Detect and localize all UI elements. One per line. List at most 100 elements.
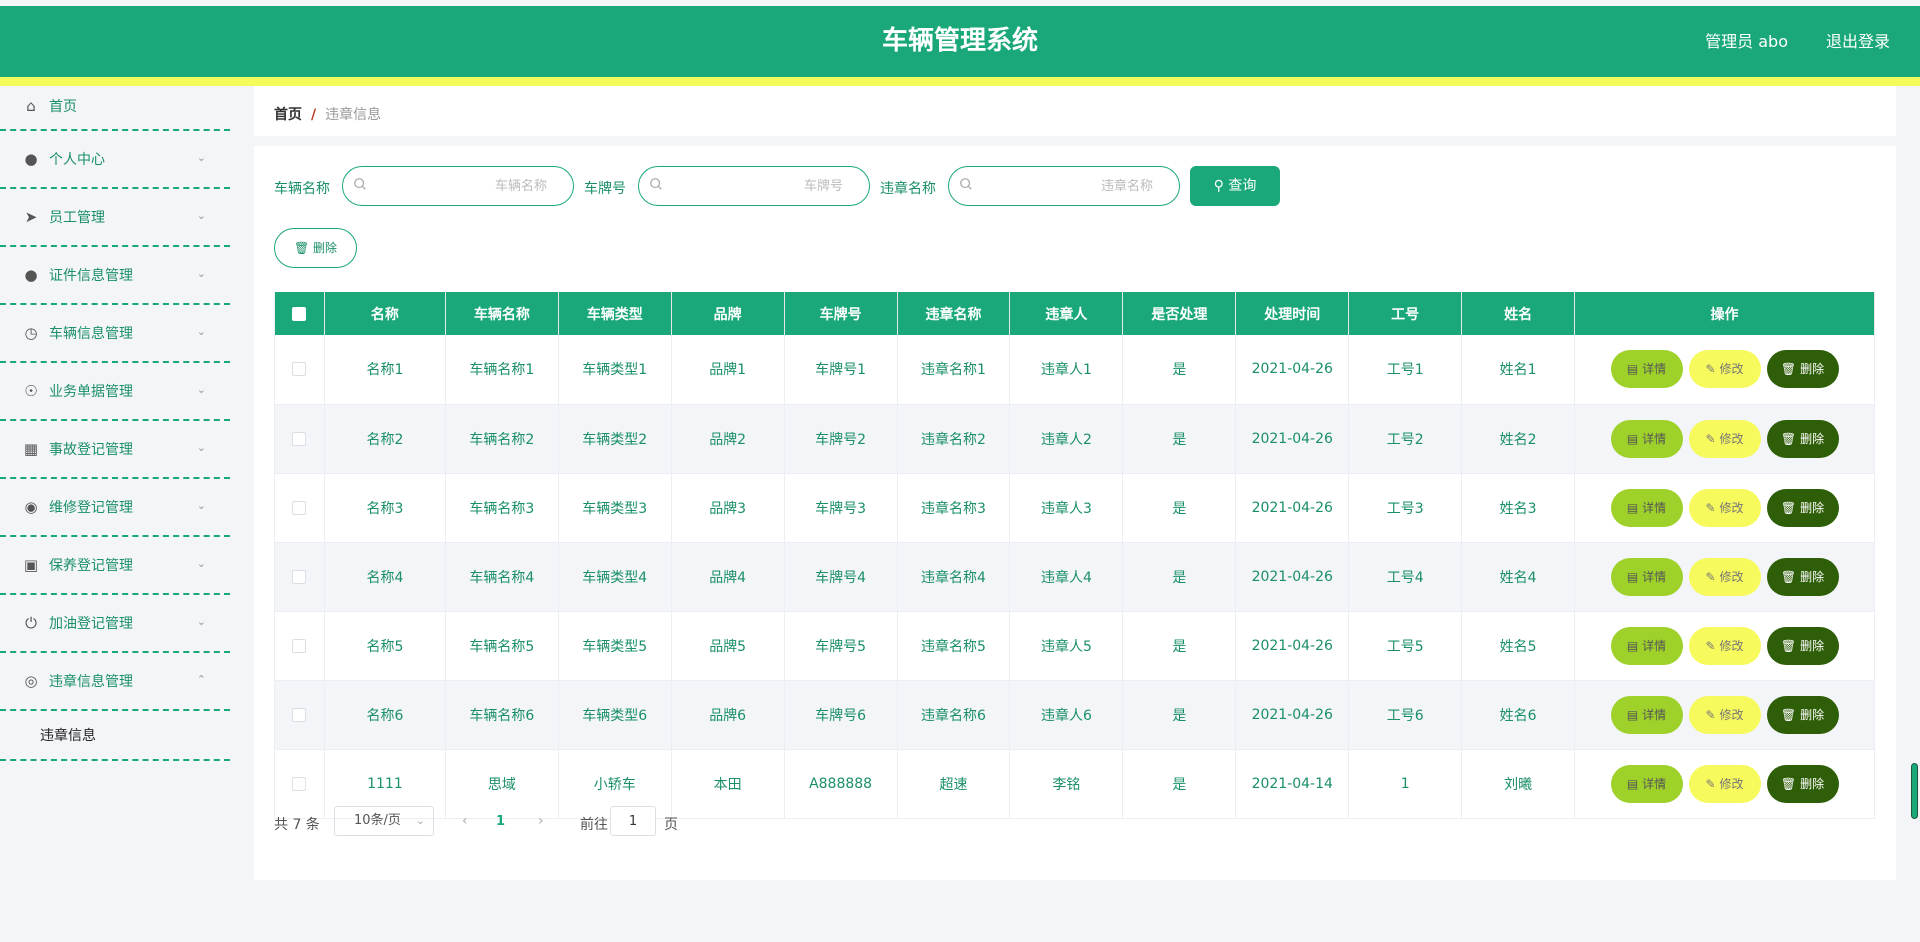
table-cell: 车辆类型3: [558, 473, 672, 543]
table-cell: 违章名称6: [897, 680, 1011, 750]
table-cell: 违章人4: [1009, 542, 1124, 612]
breadcrumb-card: 首页 / 违章信息: [254, 86, 1896, 136]
delete-button[interactable]: 🗑 删除: [1766, 419, 1839, 458]
goto-prefix: 前往: [580, 817, 608, 833]
delete-button[interactable]: 🗑 删除: [1766, 626, 1839, 665]
batch-delete-button[interactable]: 🗑 删除: [274, 228, 357, 268]
edit-button-label: 修改: [1719, 362, 1744, 377]
sidebar: ⌂ 首页 ● 个人中心 ⌄ ➤ 员工管理 ⌄ ● 证件信息管理 ⌄ ◷ 车辆信息管理 ⌄ ☉ 业务单据管理 ⌄ ▦…: [0, 86, 230, 942]
detail-button[interactable]: ▤ 详情: [1610, 350, 1683, 389]
suitcase-icon: ▣: [23, 556, 39, 574]
search-input-vehicle-name[interactable]: [373, 167, 563, 205]
row-checkbox[interactable]: [292, 500, 307, 515]
edit-button[interactable]: ✎ 修改: [1688, 419, 1761, 458]
table-cell: 违章人2: [1009, 404, 1124, 474]
table-cell: 车牌号6: [784, 680, 898, 750]
goto-page-input[interactable]: [610, 806, 656, 836]
actions-cell: ▤ 详情 ✎ 修改 🗑 删除: [1574, 680, 1875, 750]
row-checkbox[interactable]: [292, 362, 307, 377]
delete-button-label: 删除: [1800, 500, 1825, 515]
detail-button[interactable]: ▤ 详情: [1610, 488, 1683, 527]
sidebar-item[interactable]: ⏻ 加油登记管理 ⌄: [0, 595, 230, 653]
page-number-current[interactable]: 1: [496, 814, 505, 829]
detail-button-label: 详情: [1642, 431, 1667, 446]
table-row: 名称4 车辆名称4 车辆类型4 品牌4 车牌号4 违章名称4 违章人4 是 2021-04-26…: [274, 542, 1875, 612]
actions-cell: ▤ 详情 ✎ 修改 🗑 删除: [1574, 335, 1875, 405]
delete-button-label: 删除: [1800, 776, 1825, 791]
search-input-plate[interactable]: [669, 167, 859, 205]
detail-button[interactable]: ▤ 详情: [1610, 557, 1683, 596]
sidebar-item[interactable]: ● 个人中心 ⌄: [0, 131, 230, 189]
column-header: 姓名: [1461, 292, 1576, 335]
page-size-value: 10条/页: [354, 813, 401, 828]
detail-button[interactable]: ▤ 详情: [1610, 695, 1683, 734]
search-input-vehicle-name-wrapper: [342, 166, 574, 206]
row-checkbox[interactable]: [292, 569, 307, 584]
logout-link[interactable]: 退出登录: [1826, 6, 1890, 77]
detail-button[interactable]: ▤ 详情: [1610, 626, 1683, 665]
edit-button-label: 修改: [1719, 569, 1744, 584]
edit-button[interactable]: ✎ 修改: [1688, 626, 1761, 665]
document-icon: ▤: [1626, 707, 1639, 722]
sidebar-item-label: 保养登记管理: [49, 558, 133, 574]
submenu-item-violation-info[interactable]: 违章信息: [40, 725, 96, 745]
table-cell: 2021-04-14: [1235, 749, 1350, 819]
table-cell: 违章人1: [1009, 335, 1124, 405]
chevron-down-icon: ⌄: [196, 441, 206, 455]
edit-button[interactable]: ✎ 修改: [1688, 557, 1761, 596]
table-cell: 违章名称4: [897, 542, 1011, 612]
table-cell: 名称5: [324, 611, 446, 681]
next-page-button[interactable]: ›: [538, 813, 544, 829]
search-input-violation-name[interactable]: [979, 167, 1169, 205]
query-button[interactable]: ⚲ 查询: [1190, 166, 1280, 206]
sidebar-item[interactable]: ⌂ 首页: [0, 86, 230, 131]
column-header: 处理时间: [1235, 292, 1350, 335]
sidebar-item[interactable]: ◷ 车辆信息管理 ⌄: [0, 305, 230, 363]
table-cell: 违章名称1: [897, 335, 1011, 405]
sidebar-item[interactable]: ◉ 维修登记管理 ⌄: [0, 479, 230, 537]
sidebar-item-label: 维修登记管理: [49, 500, 133, 516]
edit-button-label: 修改: [1719, 431, 1744, 446]
trash-icon: 🗑: [1780, 500, 1797, 515]
document-icon: ▤: [1626, 569, 1639, 584]
column-header: 操作: [1574, 292, 1875, 335]
delete-button[interactable]: 🗑 删除: [1766, 557, 1839, 596]
sidebar-item[interactable]: ● 证件信息管理 ⌄: [0, 247, 230, 305]
row-checkbox[interactable]: [292, 707, 307, 722]
row-checkbox[interactable]: [292, 776, 307, 791]
page-size-select[interactable]: 10条/页 ⌄: [334, 806, 434, 836]
detail-button[interactable]: ▤ 详情: [1610, 764, 1683, 803]
row-checkbox[interactable]: [292, 638, 307, 653]
row-checkbox[interactable]: [292, 431, 307, 446]
trash-icon: 🗑: [1780, 776, 1797, 791]
table-cell: 车辆名称6: [445, 680, 559, 750]
delete-button[interactable]: 🗑 删除: [1766, 695, 1839, 734]
delete-button[interactable]: 🗑 删除: [1766, 350, 1839, 389]
prev-page-button[interactable]: ‹: [462, 813, 468, 829]
sidebar-item[interactable]: ☉ 业务单据管理 ⌄: [0, 363, 230, 421]
edit-button[interactable]: ✎ 修改: [1688, 764, 1761, 803]
sidebar-item[interactable]: ◎ 违章信息管理 ⌃: [0, 653, 230, 711]
scrollbar-thumb[interactable]: [1911, 763, 1918, 819]
sidebar-item[interactable]: ▦ 事故登记管理 ⌄: [0, 421, 230, 479]
delete-button[interactable]: 🗑 删除: [1766, 764, 1839, 803]
table-header-row: 名称 车辆名称 车辆类型 品牌 车牌号 违章名称 违章人 是否处理 处理时间 工号 姓名 操作: [274, 292, 1875, 335]
edit-button[interactable]: ✎ 修改: [1688, 350, 1761, 389]
breadcrumb-home[interactable]: 首页: [274, 107, 302, 123]
table-cell: 是: [1122, 335, 1237, 405]
table-cell: 工号3: [1348, 473, 1463, 543]
detail-button-label: 详情: [1642, 707, 1667, 722]
edit-button[interactable]: ✎ 修改: [1688, 695, 1761, 734]
sidebar-item[interactable]: ▣ 保养登记管理 ⌄: [0, 537, 230, 595]
chevron-down-icon: ⌄: [196, 615, 206, 629]
app-title: 车辆管理系统: [881, 26, 1038, 56]
search-label-vehicle-name: 车辆名称: [274, 181, 330, 197]
select-all-checkbox[interactable]: [292, 306, 307, 321]
detail-button[interactable]: ▤ 详情: [1610, 419, 1683, 458]
actions-cell: ▤ 详情 ✎ 修改 🗑 删除: [1574, 749, 1875, 819]
sidebar-item[interactable]: ➤ 员工管理 ⌄: [0, 189, 230, 247]
actions-cell: ▤ 详情 ✎ 修改 🗑 删除: [1574, 404, 1875, 474]
edit-button[interactable]: ✎ 修改: [1688, 488, 1761, 527]
delete-button[interactable]: 🗑 删除: [1766, 488, 1839, 527]
home-icon: ⌂: [26, 97, 36, 115]
